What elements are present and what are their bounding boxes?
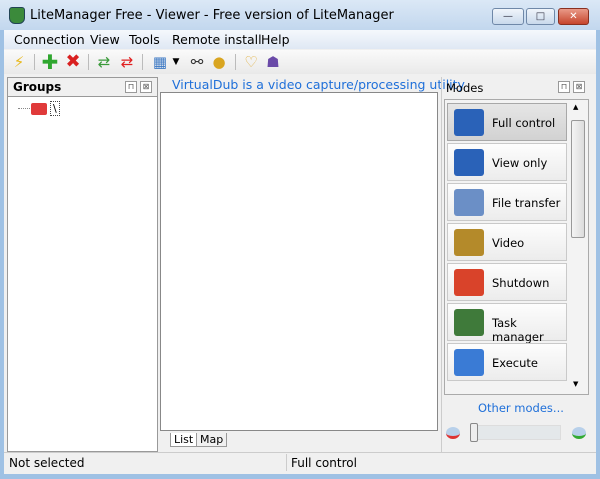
scroll-thumb[interactable] (571, 120, 585, 238)
chat-icon[interactable]: ♡ (242, 53, 260, 71)
mode-task-manager[interactable]: Task manager (447, 303, 567, 344)
zoom-slider-thumb[interactable] (470, 423, 478, 442)
status-left: Not selected (9, 456, 85, 470)
mode-view-only[interactable]: View only (447, 143, 567, 181)
delete-icon[interactable]: ✖ (64, 53, 82, 71)
menu-view[interactable]: View (90, 32, 120, 47)
close-panel-icon[interactable]: ⊠ (573, 81, 585, 93)
mode-label: Shutdown (492, 276, 550, 290)
scroll-up-icon[interactable]: ▲ (573, 103, 578, 111)
mode-file-transfer[interactable]: File transfer (447, 183, 567, 221)
status-divider (286, 454, 287, 471)
mode-shutdown[interactable]: Shutdown (447, 263, 567, 301)
tree-line (18, 108, 30, 109)
folder-icon (31, 103, 47, 115)
app-icon (9, 7, 25, 24)
menu-help[interactable]: Help (261, 32, 290, 47)
binoculars-icon[interactable]: ⚯ (188, 53, 206, 71)
mode-label: Task manager (492, 316, 544, 344)
separator (88, 54, 89, 70)
tab-map[interactable]: Map (196, 433, 228, 447)
maximize-button[interactable]: □ (526, 8, 555, 25)
mode-icon (454, 269, 484, 296)
groups-panel (7, 77, 158, 452)
mode-icon (454, 309, 484, 336)
mode-full-control[interactable]: Full control (447, 103, 567, 141)
lightning-icon[interactable]: ⚡ (10, 53, 28, 71)
computer-list (160, 92, 438, 431)
mode-label: Video (492, 236, 525, 250)
close-panel-icon[interactable]: ⊠ (140, 81, 152, 93)
banner-link[interactable]: VirtualDub is a video capture/processing… (172, 77, 465, 92)
minimize-button[interactable]: — (492, 8, 524, 25)
refresh-green-icon[interactable]: ⇄ (95, 53, 113, 71)
separator (235, 54, 236, 70)
dropdown-icon[interactable]: ▼ (171, 53, 181, 71)
mode-label: Execute (492, 356, 538, 370)
zoom-slider[interactable] (470, 425, 561, 440)
tree-root[interactable]: \ (50, 101, 60, 116)
view-grid-icon[interactable]: ▦ (151, 53, 169, 71)
menu-remote-install[interactable]: Remote install (172, 32, 262, 47)
refresh-red-icon[interactable]: ⇄ (118, 53, 136, 71)
modes-title: Modes (446, 81, 484, 95)
add-icon[interactable]: ✚ (41, 52, 59, 72)
menu-tools[interactable]: Tools (129, 32, 160, 47)
pin-icon[interactable]: ⊓ (125, 81, 137, 93)
mode-label: Full control (492, 116, 556, 130)
mode-icon (454, 189, 484, 216)
pin-icon[interactable]: ⊓ (558, 81, 570, 93)
other-modes-link[interactable]: Other modes... (478, 401, 564, 415)
separator (34, 54, 35, 70)
mode-icon (454, 229, 484, 256)
mode-execute[interactable]: Execute (447, 343, 567, 381)
window-title: LiteManager Free - Viewer - Free version… (30, 8, 394, 23)
mode-icon (454, 109, 484, 136)
mode-icon (454, 349, 484, 376)
toolbar (4, 50, 596, 74)
status-right: Full control (291, 456, 357, 470)
zoom-in-icon[interactable] (572, 427, 586, 439)
mode-label: File transfer (492, 196, 561, 210)
zoom-out-icon[interactable] (446, 427, 460, 439)
network-icon[interactable]: ☗ (264, 53, 282, 71)
mode-label: View only (492, 156, 548, 170)
lock-icon[interactable]: ● (210, 53, 228, 71)
separator (142, 54, 143, 70)
scroll-down-icon[interactable]: ▼ (573, 380, 578, 388)
mode-video[interactable]: Video (447, 223, 567, 261)
close-button[interactable]: ✕ (558, 8, 589, 25)
groups-title: Groups (13, 80, 62, 94)
tab-list[interactable]: List (170, 433, 198, 447)
mode-icon (454, 149, 484, 176)
menu-connection[interactable]: Connection (14, 32, 85, 47)
